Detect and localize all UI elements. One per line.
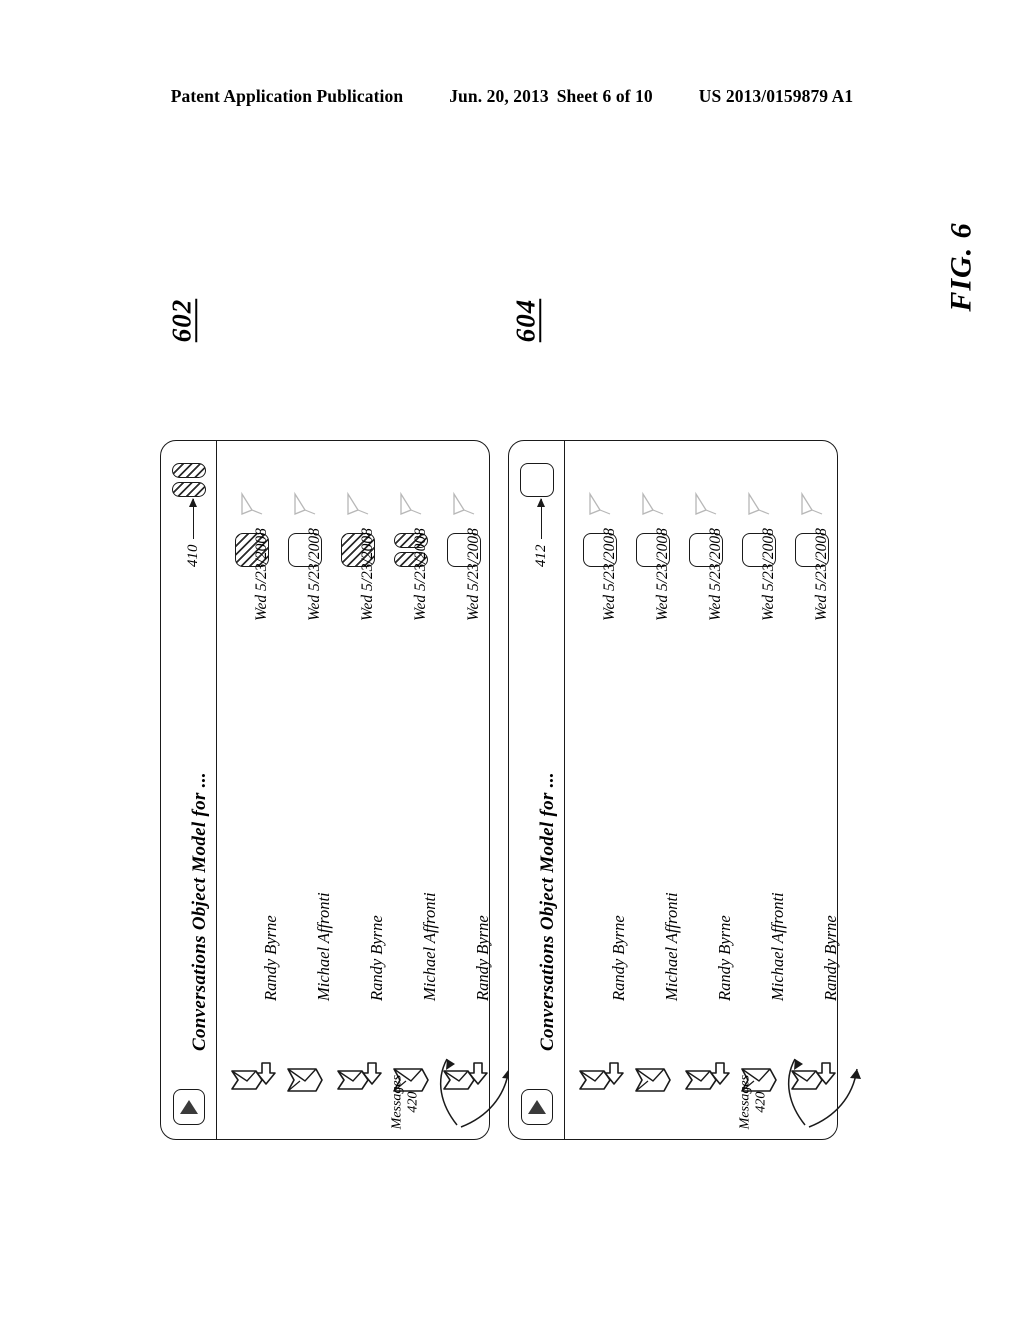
message-row[interactable]: Wed 5/23/2008 Randy Byrne <box>787 441 841 1139</box>
envelope-down-arrow-icon[interactable] <box>441 1057 489 1103</box>
message-sender: Michael Affronti <box>662 892 681 1001</box>
panel-header-bar-602: Conversations Object Model for ... 410 <box>161 441 217 1139</box>
message-sender: Randy Byrne <box>367 915 386 1001</box>
message-row[interactable]: Wed 5/23/2008 Michael Affronti <box>734 441 788 1139</box>
message-date: Wed 5/23/2008 <box>253 528 270 621</box>
message-date: Wed 5/23/2008 <box>465 528 482 621</box>
header-ref-callout-602: 410 <box>185 499 202 568</box>
message-date: Wed 5/23/2008 <box>412 528 429 621</box>
message-sender: Randy Byrne <box>609 915 628 1001</box>
checkbox-pill-bottom <box>172 482 206 497</box>
conversation-panel-602: Conversations Object Model for ... 410 Wed… <box>160 440 513 1140</box>
flag-icon[interactable] <box>795 489 825 519</box>
envelope-down-arrow-icon[interactable] <box>229 1057 277 1103</box>
message-row[interactable]: Wed 5/23/2008 Randy Byrne <box>681 441 735 1139</box>
figure-ref-602: 602 <box>166 298 197 343</box>
message-row[interactable]: Wed 5/23/2008 Randy Byrne <box>227 441 281 1139</box>
flag-icon[interactable] <box>742 489 772 519</box>
checkbox-pill-top <box>172 463 206 478</box>
play-triangle-icon <box>528 1100 546 1114</box>
expander-button-604[interactable] <box>521 1089 553 1125</box>
flag-icon[interactable] <box>341 489 371 519</box>
message-date: Wed 5/23/2008 <box>813 528 830 621</box>
envelope-icon[interactable] <box>388 1057 436 1103</box>
message-date: Wed 5/23/2008 <box>306 528 323 621</box>
play-triangle-icon <box>180 1100 198 1114</box>
expander-button-602[interactable] <box>173 1089 205 1125</box>
figure-caption: FIG. 6 <box>944 222 978 312</box>
message-date: Wed 5/23/2008 <box>654 528 671 621</box>
message-row[interactable]: Wed 5/23/2008 Randy Byrne <box>575 441 629 1139</box>
envelope-down-arrow-icon[interactable] <box>683 1057 731 1103</box>
envelope-down-arrow-icon[interactable] <box>577 1057 625 1103</box>
message-sender: Michael Affronti <box>768 892 787 1001</box>
header-ref-number: 410 <box>185 544 201 568</box>
message-date: Wed 5/23/2008 <box>601 528 618 621</box>
flag-icon[interactable] <box>636 489 666 519</box>
message-sender: Michael Affronti <box>420 892 439 1001</box>
message-sender: Randy Byrne <box>715 915 734 1001</box>
flag-icon[interactable] <box>583 489 613 519</box>
header-ref-number: 412 <box>533 544 549 568</box>
message-row[interactable]: Wed 5/23/2008 Michael Affronti <box>280 441 334 1139</box>
checkbox-unchecked[interactable] <box>520 463 554 497</box>
envelope-down-arrow-icon[interactable] <box>789 1057 837 1103</box>
message-date: Wed 5/23/2008 <box>707 528 724 621</box>
panel-title-602: Conversations Object Model for ... <box>189 772 210 1051</box>
envelope-icon[interactable] <box>736 1057 784 1103</box>
flag-icon[interactable] <box>447 489 477 519</box>
envelope-icon[interactable] <box>282 1057 330 1103</box>
checkbox-partial[interactable] <box>172 463 206 497</box>
flag-icon[interactable] <box>288 489 318 519</box>
flag-icon[interactable] <box>689 489 719 519</box>
panel-header-bar-604: Conversations Object Model for ... 412 <box>509 441 565 1139</box>
message-list-602: Wed 5/23/2008 Randy Byrne Wed 5/23/2008 Mic… <box>217 441 513 1139</box>
message-date: Wed 5/23/2008 <box>760 528 777 621</box>
flag-icon[interactable] <box>394 489 424 519</box>
message-sender: Randy Byrne <box>473 915 492 1001</box>
message-sender: Michael Affronti <box>314 892 333 1001</box>
message-row[interactable]: Wed 5/23/2008 Michael Affronti <box>628 441 682 1139</box>
envelope-down-arrow-icon[interactable] <box>335 1057 383 1103</box>
conversation-panel-604: Conversations Object Model for ... 412 Wed… <box>508 440 861 1140</box>
message-sender: Randy Byrne <box>261 915 280 1001</box>
figure-ref-604: 604 <box>510 298 541 343</box>
header-ref-callout-604: 412 <box>533 499 550 568</box>
leader-arrow-icon <box>540 499 543 540</box>
message-sender: Randy Byrne <box>821 915 840 1001</box>
header-checkbox-602[interactable] <box>172 463 206 497</box>
message-row[interactable]: Wed 5/23/2008 Randy Byrne <box>333 441 387 1139</box>
figure-container: FIG. 6 602 604 Conversations Object Mode… <box>0 0 1024 1320</box>
message-list-604: Wed 5/23/2008 Randy Byrne Wed 5/23/2008 Mic… <box>565 441 861 1139</box>
message-date: Wed 5/23/2008 <box>359 528 376 621</box>
flag-icon[interactable] <box>235 489 265 519</box>
message-row[interactable]: Wed 5/23/2008 Randy Byrne <box>439 441 493 1139</box>
message-row[interactable]: Wed 5/23/2008 Michael Affronti <box>386 441 440 1139</box>
leader-arrow-icon <box>192 499 195 540</box>
panel-title-604: Conversations Object Model for ... <box>537 772 558 1051</box>
header-checkbox-604[interactable] <box>520 463 554 497</box>
envelope-icon[interactable] <box>630 1057 678 1103</box>
